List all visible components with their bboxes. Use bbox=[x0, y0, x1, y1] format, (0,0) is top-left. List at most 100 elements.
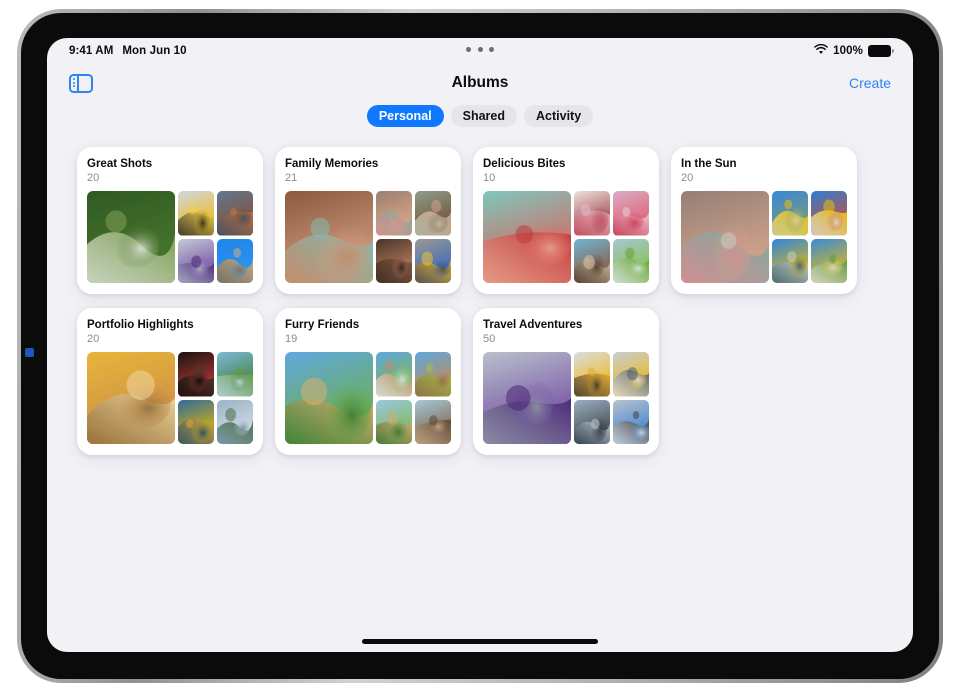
album-card[interactable]: Great Shots 20 bbox=[77, 147, 263, 294]
golden-retriever-running-photo bbox=[285, 352, 373, 444]
siblings-hugging-photo bbox=[376, 191, 412, 236]
ipad-device-frame: 9:41 AM Mon Jun 10 100% Albums Create Pe… bbox=[17, 9, 943, 683]
mountain-and-clouds-photo bbox=[217, 399, 253, 444]
album-thumbnail-mosaic bbox=[681, 191, 847, 283]
yellow-jacket-sneaker-photo bbox=[178, 191, 214, 236]
album-title: Travel Adventures bbox=[483, 319, 583, 331]
album-card[interactable]: Travel Adventures 50 bbox=[473, 308, 659, 455]
tart-with-berries-photo bbox=[574, 238, 610, 283]
people-on-blue-floor-photo bbox=[613, 399, 649, 444]
siblings-hugging-photo bbox=[376, 191, 412, 236]
album-card[interactable]: Family Memories 21 bbox=[275, 147, 461, 294]
status-bar-left: 9:41 AM Mon Jun 10 bbox=[69, 45, 187, 57]
album-photo-count: 21 bbox=[285, 172, 298, 184]
ball-toss-in-air-photo bbox=[811, 191, 847, 236]
sidebar-toggle-icon[interactable] bbox=[69, 73, 93, 93]
album-photo-count: 20 bbox=[681, 172, 694, 184]
pink-dessert-bowl-photo bbox=[613, 191, 649, 236]
sidebar-dot-1 bbox=[72, 77, 75, 80]
dog-with-owner-grass-photo bbox=[376, 352, 412, 397]
woman-in-yellow-dress-photo bbox=[178, 399, 214, 444]
album-thumbnail-side-grid bbox=[574, 352, 649, 444]
album-thumbnail-side-grid bbox=[376, 191, 451, 283]
sidebar-dot-2 bbox=[72, 81, 75, 84]
yellow-jacket-train-photo bbox=[613, 352, 649, 397]
friends-huddle-looking-down-photo bbox=[681, 191, 769, 283]
purple-fabric-city-photo bbox=[178, 238, 214, 283]
father-and-child-photo bbox=[415, 191, 451, 236]
album-thumbnail-mosaic bbox=[483, 352, 649, 444]
album-thumbnail-mosaic bbox=[483, 191, 649, 283]
tab-personal[interactable]: Personal bbox=[366, 105, 444, 127]
basketball-player-court-photo bbox=[217, 191, 253, 236]
horse-closeup-photo bbox=[415, 399, 451, 444]
tab-activity[interactable]: Activity bbox=[524, 105, 594, 127]
dog-with-owner-grass-photo bbox=[376, 352, 412, 397]
album-card[interactable]: Portfolio Highlights 20 bbox=[77, 308, 263, 455]
create-button[interactable]: Create bbox=[849, 75, 891, 91]
layered-cake-slice-photo bbox=[574, 191, 610, 236]
multitasking-dots-icon[interactable] bbox=[466, 47, 494, 52]
album-title: Furry Friends bbox=[285, 319, 360, 331]
palm-tree-tropical-photo bbox=[217, 352, 253, 397]
watermelon-and-berries-photo bbox=[483, 191, 571, 283]
album-thumbnail-mosaic bbox=[87, 191, 253, 283]
status-date: Mon Jun 10 bbox=[122, 45, 187, 57]
traffic-light-sky-photo bbox=[574, 399, 610, 444]
family-on-couch-photo bbox=[376, 238, 412, 283]
green-popsicle-photo bbox=[613, 238, 649, 283]
album-title: Portfolio Highlights bbox=[87, 319, 194, 331]
album-thumbnail-side-grid bbox=[178, 352, 253, 444]
woman-in-green-foliage-photo bbox=[87, 191, 175, 283]
album-card[interactable]: Delicious Bites 10 bbox=[473, 147, 659, 294]
album-photo-count: 50 bbox=[483, 333, 496, 345]
skyscrapers-looking-up-photo bbox=[483, 352, 571, 444]
yellow-jacket-sneaker-photo bbox=[178, 191, 214, 236]
person-lying-on-yellow-photo bbox=[772, 191, 808, 236]
album-card[interactable]: In the Sun 20 bbox=[671, 147, 857, 294]
woman-in-yellow-dress-photo bbox=[178, 399, 214, 444]
puppy-sitting-field-photo bbox=[376, 399, 412, 444]
person-in-dark-doorway-photo bbox=[178, 352, 214, 397]
album-grid: Great Shots 20 Family Memories 21 Delici… bbox=[47, 127, 913, 455]
album-thumbnail-side-grid bbox=[178, 191, 253, 283]
dot-2 bbox=[477, 47, 483, 52]
home-indicator[interactable] bbox=[362, 639, 598, 644]
golden-retriever-running-photo bbox=[285, 352, 373, 444]
ball-toss-in-air-photo bbox=[811, 191, 847, 236]
album-thumbnail-mosaic bbox=[87, 352, 253, 444]
sidebar-toggle-dots bbox=[72, 77, 75, 88]
status-bar: 9:41 AM Mon Jun 10 100% bbox=[47, 38, 913, 64]
album-thumbnail-side-grid bbox=[772, 191, 847, 283]
dot-1 bbox=[466, 47, 471, 52]
album-photo-count: 20 bbox=[87, 172, 100, 184]
battery-percent-label: 100% bbox=[833, 45, 863, 57]
mountain-and-clouds-photo bbox=[217, 399, 253, 444]
wifi-icon bbox=[814, 43, 829, 58]
people-on-blue-floor-photo bbox=[613, 399, 649, 444]
pink-dessert-bowl-photo bbox=[613, 191, 649, 236]
status-bar-right: 100% bbox=[814, 43, 894, 58]
album-title: Family Memories bbox=[285, 158, 379, 170]
yellow-raincoat-person-photo bbox=[574, 352, 610, 397]
family-group-selfie-photo bbox=[285, 191, 373, 283]
dog-howling-photo bbox=[415, 352, 451, 397]
album-title: In the Sun bbox=[681, 158, 737, 170]
navigation-bar: Albums Create bbox=[47, 64, 913, 102]
dog-jumping-blue-sky-photo bbox=[217, 238, 253, 283]
album-photo-count: 20 bbox=[87, 333, 100, 345]
album-thumbnail-mosaic bbox=[285, 352, 451, 444]
album-photo-count: 10 bbox=[483, 172, 496, 184]
album-title: Great Shots bbox=[87, 158, 153, 170]
basketball-player-court-photo bbox=[217, 191, 253, 236]
album-card[interactable]: Furry Friends 19 bbox=[275, 308, 461, 455]
album-thumbnail-mosaic bbox=[285, 191, 451, 283]
family-on-couch-photo bbox=[376, 238, 412, 283]
page-title: Albums bbox=[451, 74, 509, 91]
child-in-blue-sweater-photo bbox=[415, 238, 451, 283]
skyscrapers-looking-up-photo bbox=[483, 352, 571, 444]
woman-resting-on-bed-photo bbox=[87, 352, 175, 444]
tab-shared[interactable]: Shared bbox=[450, 105, 518, 127]
woman-resting-on-bed-photo bbox=[87, 352, 175, 444]
yellow-raincoat-person-photo bbox=[574, 352, 610, 397]
